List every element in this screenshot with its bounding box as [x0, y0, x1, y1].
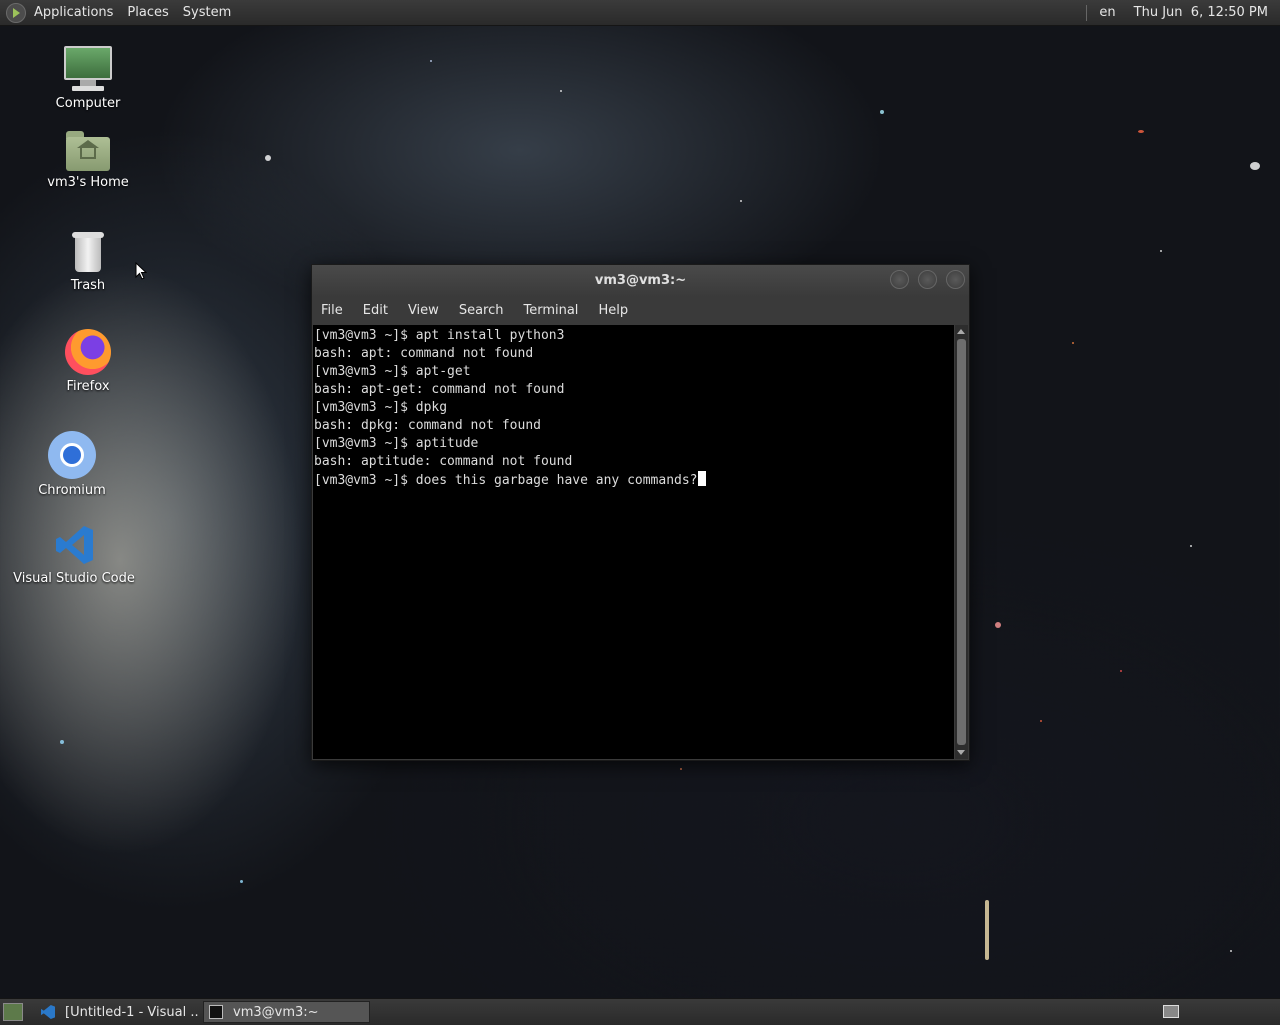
taskbar-item-label: vm3@vm3:~ — [233, 1004, 319, 1020]
desktop-icon-label: Visual Studio Code — [13, 571, 135, 586]
menu-places[interactable]: Places — [127, 0, 168, 25]
panel-separator — [1086, 4, 1088, 21]
minimize-button[interactable] — [890, 270, 909, 289]
scroll-down-icon[interactable] — [957, 750, 965, 755]
terminal-line: [vm3@vm3 ~]$ apt-get — [314, 364, 471, 379]
desktop-icon-label: Computer — [55, 96, 121, 111]
taskbar-item-label: [Untitled-1 - Visual ... — [65, 1004, 200, 1020]
show-desktop-icon[interactable] — [3, 1003, 23, 1021]
vscode-icon — [41, 1005, 55, 1019]
terminal-line: bash: apt-get: command not found — [314, 382, 565, 397]
terminal-window[interactable]: vm3@vm3:~ File Edit View Search Terminal… — [311, 264, 970, 761]
scrollbar-thumb[interactable] — [957, 339, 966, 745]
desktop-icon-computer[interactable]: Computer — [23, 46, 153, 111]
bottom-taskbar: [Untitled-1 - Visual ... vm3@vm3:~ — [0, 998, 1280, 1025]
terminal-current-input: [vm3@vm3 ~]$ does this garbage have any … — [314, 473, 698, 488]
menu-applications[interactable]: Applications — [34, 0, 113, 25]
firefox-icon — [65, 329, 111, 375]
menu-file[interactable]: File — [321, 303, 343, 318]
desktop-icon-label: Trash — [70, 278, 106, 293]
gnome-foot-icon[interactable] — [6, 2, 26, 23]
terminal-output[interactable]: [vm3@vm3 ~]$ apt install python3 bash: a… — [313, 325, 954, 759]
desktop-icon-chromium[interactable]: Chromium — [7, 431, 137, 498]
taskbar-item-vscode[interactable]: [Untitled-1 - Visual ... — [36, 1001, 200, 1023]
taskbar-item-terminal[interactable]: vm3@vm3:~ — [203, 1001, 370, 1023]
terminal-line: [vm3@vm3 ~]$ dpkg — [314, 400, 448, 415]
menu-system[interactable]: System — [183, 0, 231, 25]
trash-icon — [70, 230, 106, 274]
menu-terminal[interactable]: Terminal — [523, 303, 578, 318]
mouse-pointer-icon — [135, 262, 147, 280]
home-folder-icon — [66, 131, 110, 171]
terminal-icon — [209, 1005, 223, 1019]
text-cursor — [697, 471, 706, 486]
terminal-line: [vm3@vm3 ~]$ aptitude — [314, 436, 479, 451]
maximize-button[interactable] — [918, 270, 937, 289]
desktop-icon-vscode[interactable]: Visual Studio Code — [9, 523, 139, 586]
chromium-icon — [48, 431, 96, 479]
terminal-menubar: File Edit View Search Terminal Help — [312, 297, 969, 324]
scroll-up-icon[interactable] — [957, 329, 965, 334]
menu-help[interactable]: Help — [598, 303, 628, 318]
terminal-prompt-line[interactable]: [vm3@vm3 ~]$ does this garbage have any … — [313, 471, 954, 490]
desktop-icon-label: Chromium — [38, 483, 106, 498]
menu-view[interactable]: View — [408, 303, 439, 318]
window-title: vm3@vm3:~ — [594, 273, 687, 288]
clock[interactable]: Thu Jun 6, 12:50 PM — [1134, 5, 1268, 20]
desktop-icon-trash[interactable]: Trash — [23, 230, 153, 293]
top-panel: Applications Places System en Thu Jun 6,… — [0, 0, 1280, 26]
terminal-line: bash: aptitude: command not found — [314, 454, 573, 469]
terminal-line: [vm3@vm3 ~]$ apt install python3 — [314, 328, 565, 343]
desktop-icon-home[interactable]: vm3's Home — [23, 131, 153, 190]
workspace-switcher-icon[interactable] — [1163, 1005, 1179, 1018]
menu-search[interactable]: Search — [459, 303, 504, 318]
keyboard-layout-indicator[interactable]: en — [1099, 5, 1115, 20]
terminal-titlebar[interactable]: vm3@vm3:~ — [312, 265, 969, 297]
desktop-icon-label: vm3's Home — [47, 175, 129, 190]
desktop-icon-label: Firefox — [66, 379, 110, 394]
terminal-line: bash: dpkg: command not found — [314, 418, 541, 433]
desktop-icon-firefox[interactable]: Firefox — [23, 329, 153, 394]
vscode-icon — [52, 523, 96, 567]
menu-edit[interactable]: Edit — [363, 303, 388, 318]
computer-icon — [64, 46, 112, 92]
terminal-scrollbar[interactable] — [955, 325, 968, 759]
terminal-line: bash: apt: command not found — [314, 346, 534, 361]
close-button[interactable] — [946, 270, 965, 289]
